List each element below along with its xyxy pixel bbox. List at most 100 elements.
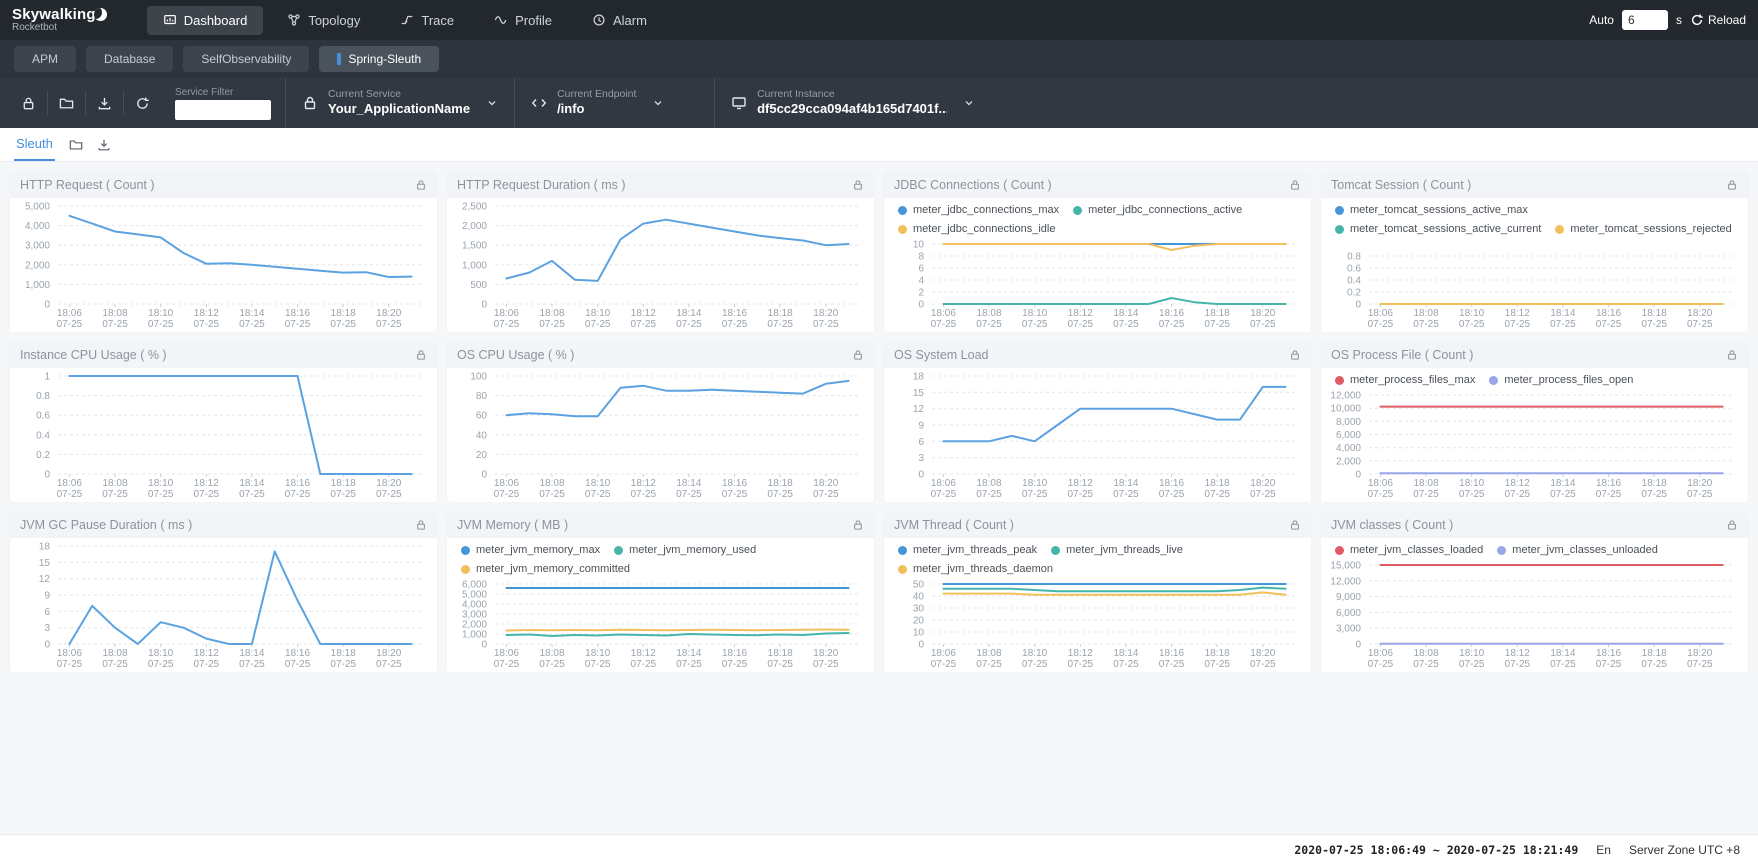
legend-item[interactable]: meter_jdbc_connections_max [898, 202, 1059, 219]
templates-button[interactable] [48, 78, 85, 128]
legend-dot-icon [461, 565, 470, 574]
svg-text:07-25: 07-25 [1204, 319, 1230, 330]
chart-panel-body: meter_jdbc_connections_max meter_jdbc_con… [884, 198, 1311, 332]
legend-item[interactable]: meter_jvm_memory_committed [461, 561, 630, 578]
svg-text:18:18: 18:18 [331, 478, 356, 489]
svg-text:18:12: 18:12 [631, 648, 656, 659]
legend-item[interactable]: meter_jvm_classes_unloaded [1497, 542, 1658, 559]
svg-text:07-25: 07-25 [1250, 489, 1276, 500]
tab-sleuth[interactable]: Sleuth [14, 128, 55, 161]
svg-text:18:20: 18:20 [1250, 308, 1275, 319]
refresh-button[interactable] [124, 78, 161, 128]
svg-text:07-25: 07-25 [1413, 489, 1439, 500]
auto-interval-input[interactable] [1622, 10, 1668, 30]
lock-icon[interactable] [1289, 519, 1301, 531]
legend-item[interactable]: meter_process_files_max [1335, 372, 1475, 389]
svg-text:07-25: 07-25 [539, 319, 565, 330]
reload-button[interactable]: Reload [1690, 13, 1746, 27]
svg-text:18:10: 18:10 [585, 308, 610, 319]
nav-item-dashboard[interactable]: Dashboard [147, 6, 264, 35]
svg-text:07-25: 07-25 [722, 489, 748, 500]
svg-text:18:06: 18:06 [494, 648, 519, 659]
lock-icon[interactable] [1289, 179, 1301, 191]
tab-selfobservability[interactable]: SelfObservability [183, 46, 309, 72]
chart-title: OS System Load [894, 348, 989, 362]
chevron-down-icon [486, 97, 498, 109]
language-switch[interactable]: En [1596, 843, 1611, 857]
current-endpoint-selector[interactable]: Current Endpoint /info [514, 78, 714, 128]
chart-panel-header: JVM GC Pause Duration ( ms ) [10, 512, 437, 538]
legend-item[interactable]: meter_process_files_open [1489, 372, 1633, 389]
svg-text:07-25: 07-25 [976, 319, 1002, 330]
lock-icon[interactable] [1289, 349, 1301, 361]
legend-item[interactable]: meter_jvm_classes_loaded [1335, 542, 1483, 559]
chart-panel: Instance CPU Usage ( % ) 00.20.40.60.811… [10, 342, 437, 502]
chart-panel-body: meter_process_files_max meter_process_fil… [1321, 368, 1748, 502]
svg-text:18:18: 18:18 [768, 308, 793, 319]
svg-text:18:18: 18:18 [1205, 308, 1230, 319]
nav-item-topology[interactable]: Topology [271, 6, 376, 35]
legend-item[interactable]: meter_tomcat_sessions_active_current [1335, 221, 1541, 238]
legend-item[interactable]: meter_tomcat_sessions_rejected [1555, 221, 1731, 238]
lock-icon[interactable] [852, 519, 864, 531]
nav-item-trace[interactable]: Trace [384, 6, 470, 35]
svg-text:30: 30 [913, 604, 925, 615]
lock-icon[interactable] [1726, 519, 1738, 531]
service-filter-label: Service Filter [175, 87, 271, 98]
tab-label: APM [32, 52, 58, 66]
svg-text:18:08: 18:08 [539, 308, 564, 319]
svg-text:18:10: 18:10 [1459, 478, 1484, 489]
legend-label: meter_jdbc_connections_idle [913, 221, 1055, 238]
legend-item[interactable]: meter_jvm_threads_peak [898, 542, 1037, 559]
svg-text:12: 12 [913, 404, 925, 415]
legend-dot-icon [1335, 206, 1344, 215]
lock-icon[interactable] [415, 349, 427, 361]
lock-icon[interactable] [1726, 179, 1738, 191]
lock-icon[interactable] [852, 349, 864, 361]
skywalking-logo[interactable]: Skywalking Rocketbot [12, 7, 107, 33]
svg-text:1,500: 1,500 [462, 241, 487, 252]
current-service-selector[interactable]: Current Service Your_ApplicationName [285, 78, 514, 128]
lock-icon[interactable] [415, 519, 427, 531]
lock-icon[interactable] [852, 179, 864, 191]
svg-text:07-25: 07-25 [767, 659, 793, 670]
chart-svg: 024681018:0607-2518:0807-2518:1007-2518:… [884, 238, 1311, 332]
tab-database[interactable]: Database [86, 46, 173, 72]
time-range-picker[interactable]: 2020-07-25 18:06:49 ~ 2020-07-25 18:21:4… [1294, 843, 1578, 857]
svg-text:07-25: 07-25 [1113, 659, 1139, 670]
legend-item[interactable]: meter_jdbc_connections_idle [898, 221, 1055, 238]
service-filter-input[interactable] [175, 100, 271, 120]
server-zone[interactable]: Server Zone UTC +8 [1629, 843, 1740, 857]
nav-item-alarm[interactable]: Alarm [576, 6, 663, 35]
lock-button[interactable] [10, 78, 47, 128]
svg-text:4,000: 4,000 [1336, 443, 1361, 454]
svg-text:18:12: 18:12 [194, 478, 219, 489]
current-instance-selector[interactable]: Current Instance df5cc29cca094af4b165d74… [714, 78, 991, 128]
legend-item[interactable]: meter_jvm_memory_max [461, 542, 600, 559]
svg-text:18:20: 18:20 [813, 308, 838, 319]
legend-item[interactable]: meter_jdbc_connections_active [1073, 202, 1242, 219]
svg-text:3,000: 3,000 [1336, 624, 1361, 635]
svg-text:0: 0 [1355, 640, 1361, 651]
new-group-button[interactable] [69, 138, 83, 152]
profile-icon [494, 13, 508, 27]
svg-text:18:18: 18:18 [1642, 648, 1667, 659]
svg-text:3,000: 3,000 [462, 610, 487, 621]
svg-text:0.4: 0.4 [1347, 276, 1361, 287]
export-group-button[interactable] [97, 138, 111, 152]
lock-icon[interactable] [1726, 349, 1738, 361]
chart-panel-body: 05001,0001,5002,0002,50018:0607-2518:080… [447, 198, 874, 332]
tab-apm[interactable]: APM [14, 46, 76, 72]
export-button[interactable] [86, 78, 123, 128]
legend-item[interactable]: meter_tomcat_sessions_active_max [1335, 202, 1528, 219]
legend-item[interactable]: meter_jvm_memory_used [614, 542, 756, 559]
svg-text:0: 0 [481, 470, 487, 481]
legend-item[interactable]: meter_jvm_threads_live [1051, 542, 1183, 559]
nav-item-profile[interactable]: Profile [478, 6, 568, 35]
svg-text:07-25: 07-25 [376, 659, 402, 670]
line-chart: 00.20.40.60.8118:0607-2518:0807-2518:100… [10, 370, 437, 502]
svg-text:18:06: 18:06 [57, 478, 82, 489]
tab-spring-sleuth[interactable]: Spring-Sleuth [319, 46, 439, 72]
legend-item[interactable]: meter_jvm_threads_daemon [898, 561, 1053, 578]
lock-icon[interactable] [415, 179, 427, 191]
